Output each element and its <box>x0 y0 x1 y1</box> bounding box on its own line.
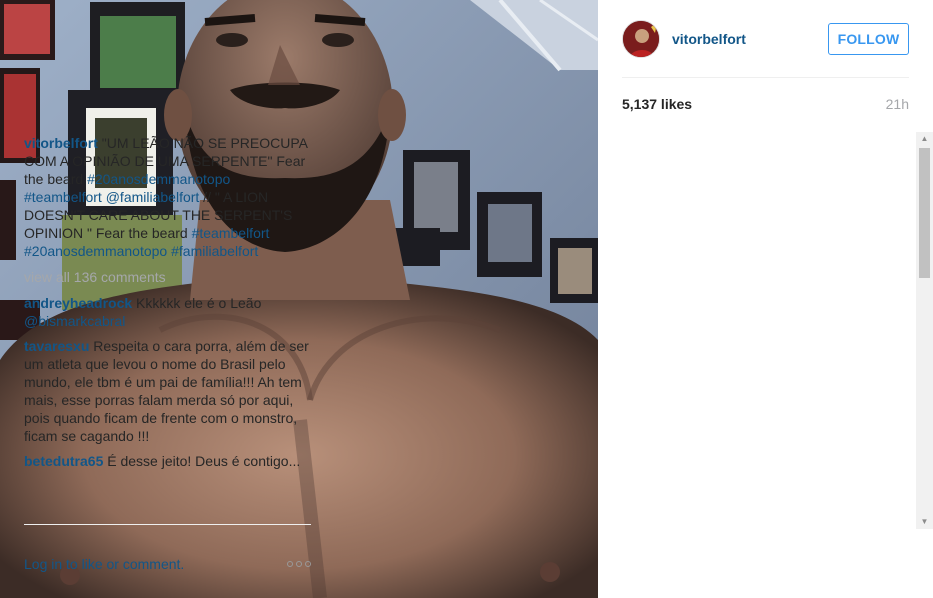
post-timestamp[interactable]: 21h <box>886 96 909 112</box>
comment-item: tavaresxu Respeita o cara porra, além de… <box>24 337 311 445</box>
comment-username[interactable]: andreyheadrock <box>24 295 132 311</box>
hashtag-link[interactable]: #20anosdemmanotopo <box>24 243 167 259</box>
comment-item: andreyheadrock Kkkkkk ele é o Leão @bism… <box>24 294 311 330</box>
post-stats: 5,137 likes 21h <box>622 96 909 112</box>
comment-item: betedutra65 É desse jeito! Deus é contig… <box>24 452 311 470</box>
ellipsis-icon[interactable] <box>287 561 311 567</box>
dot-icon <box>305 561 311 567</box>
comments-list[interactable]: vitorbelfort "UM LEÃO NÃO SE PREOCUPA CO… <box>24 134 311 525</box>
caption: vitorbelfort "UM LEÃO NÃO SE PREOCUPA CO… <box>24 134 311 260</box>
post-sidebar: vitorbelfort FOLLOW 5,137 likes 21h <box>598 0 933 598</box>
hashtag-link[interactable]: #familiabelfort <box>171 243 258 259</box>
comment-text: É desse jeito! Deus é contigo... <box>103 453 301 469</box>
dot-icon <box>296 561 302 567</box>
post-header: vitorbelfort FOLLOW <box>622 0 909 78</box>
author-avatar[interactable] <box>622 19 660 58</box>
avatar-image <box>623 20 659 57</box>
comments-scrollbar[interactable]: ▲ ▼ <box>916 132 933 529</box>
mention-link[interactable]: @bismarkcabral <box>24 313 125 329</box>
hashtag-link[interactable]: #teambelfort <box>192 225 270 241</box>
post-footer: Log in to like or comment. <box>24 548 311 580</box>
comment-username[interactable]: betedutra65 <box>24 453 103 469</box>
follow-button[interactable]: FOLLOW <box>828 22 909 55</box>
scroll-thumb[interactable] <box>919 148 930 278</box>
comment-username[interactable]: tavaresxu <box>24 338 89 354</box>
mention-link[interactable]: @familiabelfort <box>106 189 200 205</box>
scroll-up-arrow-icon[interactable]: ▲ <box>916 132 933 146</box>
scroll-down-arrow-icon[interactable]: ▼ <box>916 515 933 529</box>
likes-count[interactable]: 5,137 likes <box>622 96 692 112</box>
comment-text: Kkkkkk ele é o Leão <box>132 295 262 311</box>
hashtag-link[interactable]: #20anosdemmanotopo <box>87 171 230 187</box>
author-username[interactable]: vitorbelfort <box>672 31 828 47</box>
login-to-comment-link[interactable]: Log in to like or comment. <box>24 556 184 572</box>
view-all-comments-link[interactable]: view all 136 comments <box>24 268 311 286</box>
caption-username[interactable]: vitorbelfort <box>24 135 98 151</box>
dot-icon <box>287 561 293 567</box>
hashtag-link[interactable]: #teambelfort <box>24 189 102 205</box>
